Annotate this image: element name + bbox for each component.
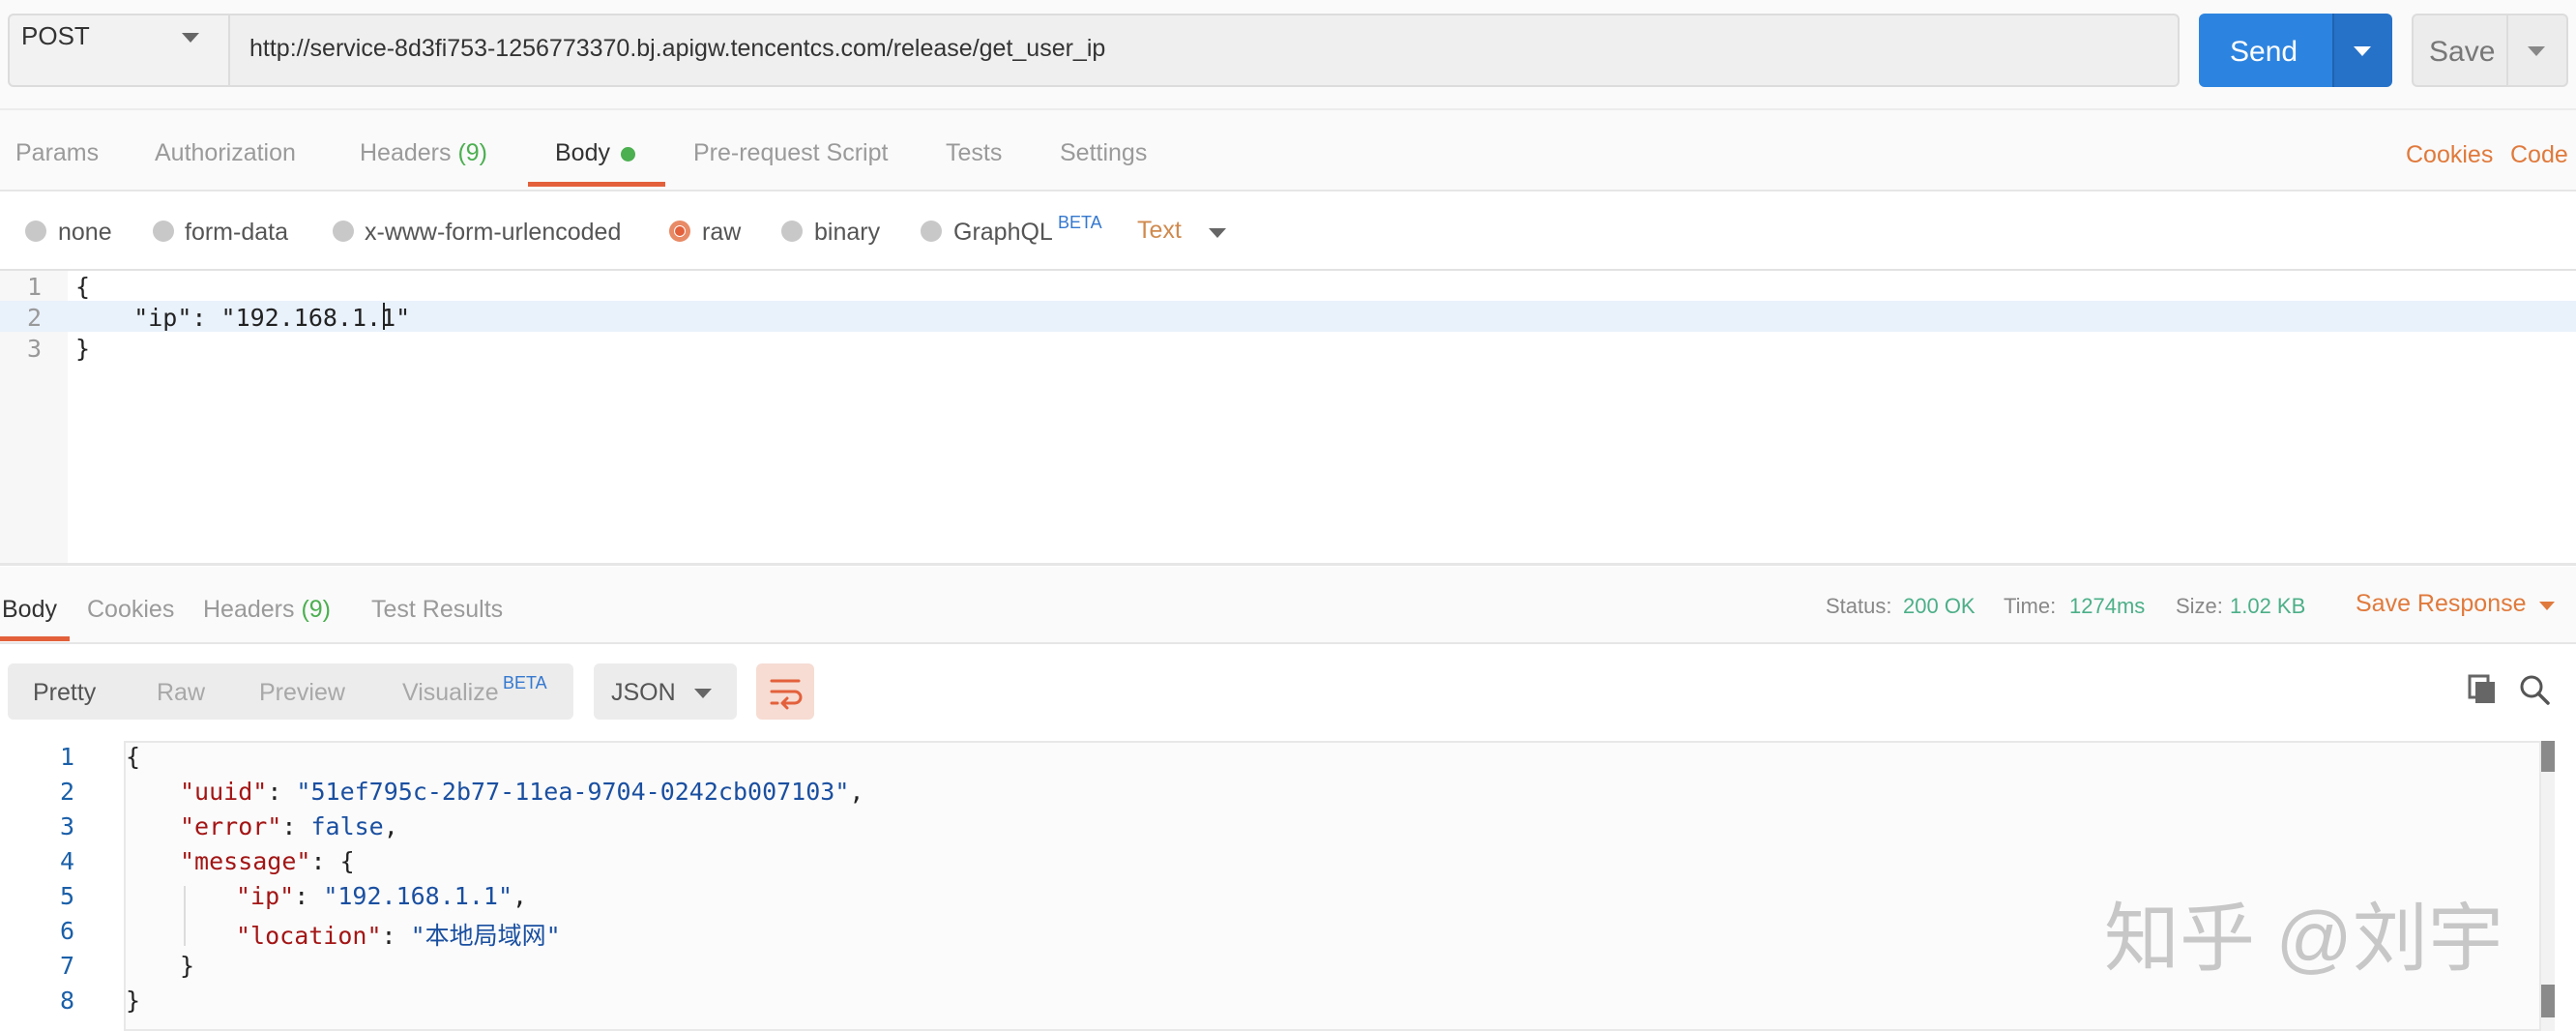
code-line[interactable]: "uuid": "51ef795c-2b77-11ea-9704-0242cb0… [180,778,864,806]
line-number: 1 [27,273,43,301]
code-line[interactable]: "error": false, [180,812,398,840]
line-number: 7 [60,952,75,980]
view-pretty[interactable]: Pretty [33,679,96,707]
code-line[interactable]: { [126,743,140,771]
json-key: "error" [180,812,282,840]
size-label: Size: [2176,594,2223,618]
time-label: Time: [2004,594,2057,618]
line-number: 3 [27,335,43,363]
line-number: 1 [60,743,75,771]
tab-headers-label: Headers [360,139,452,166]
radio-raw[interactable] [669,221,690,242]
watermark: 知乎 @刘宇 [2104,896,2503,981]
tab-body[interactable]: Body [555,139,610,167]
option-raw-label[interactable]: raw [702,219,741,247]
indent-guide [184,886,186,946]
code-line[interactable]: "ip": "192.168.1.1" [75,304,410,332]
chevron-down-icon[interactable] [2354,46,2371,56]
line-number: 6 [60,917,75,945]
code-line[interactable]: "location": "本地局域网" [236,917,561,952]
active-tab-indicator [0,636,70,641]
option-binary-label[interactable]: binary [814,219,880,247]
code-line[interactable]: "ip": "192.168.1.1", [236,882,527,910]
view-visualize[interactable]: Visualize [402,679,499,707]
status-value[interactable]: 200 OK [1903,594,1976,619]
code-link[interactable]: Code [2510,141,2568,169]
tab-settings[interactable]: Settings [1060,139,1147,167]
line-number: 8 [60,987,75,1015]
line-number: 2 [60,778,75,806]
time-value[interactable]: 1274ms [2069,594,2145,619]
response-tab-headers-label: Headers [203,596,295,623]
view-raw[interactable]: Raw [157,679,205,707]
chevron-down-icon[interactable] [182,33,199,43]
radio-binary[interactable] [781,221,803,242]
chevron-down-icon[interactable] [2528,46,2545,56]
chevron-down-icon[interactable] [694,689,712,698]
response-tab-headers[interactable]: Headers (9) [203,596,331,624]
url-text[interactable]: http://service-8d3fi753-1256773370.bj.ap… [249,35,1105,63]
json-string: "192.168.1.1" [323,882,512,910]
radio-graphql[interactable] [921,221,942,242]
code-line[interactable]: { [75,273,90,301]
headers-count: (9) [457,139,488,166]
send-button-label[interactable]: Send [2230,36,2298,69]
save-response-button[interactable]: Save Response [2356,590,2527,618]
cookies-link[interactable]: Cookies [2406,141,2493,169]
headers-count: (9) [301,596,332,623]
option-form-data-label[interactable]: form-data [185,219,288,247]
line-number: 2 [27,304,43,332]
raw-format-select[interactable]: Text [1137,217,1182,245]
chevron-down-icon[interactable] [2539,602,2555,610]
json-string: "51ef795c-2b77-11ea-9704-0242cb007103" [296,778,850,806]
option-urlencoded-label[interactable]: x-www-form-urlencoded [365,219,621,247]
save-button-label[interactable]: Save [2429,36,2495,69]
text-cursor [383,303,385,330]
tab-tests[interactable]: Tests [946,139,1002,167]
response-tab-cookies[interactable]: Cookies [87,596,174,624]
tab-headers[interactable]: Headers (9) [360,139,487,167]
radio-form-data[interactable] [153,221,174,242]
tab-prerequest-script[interactable]: Pre-request Script [693,139,888,167]
code-line[interactable]: } [126,987,140,1015]
status-label: Status: [1826,594,1892,618]
json-key: "ip" [236,882,295,910]
view-preview[interactable]: Preview [259,679,345,707]
scrollbar-thumb[interactable] [2541,985,2555,1017]
response-tab-body[interactable]: Body [2,596,57,624]
wrap-lines-button[interactable] [756,663,814,720]
json-key: "uuid" [180,778,268,806]
json-key: "message" [180,847,311,875]
search-icon[interactable] [2518,673,2551,711]
body-indicator-dot [621,147,635,162]
code-line[interactable]: } [75,335,90,363]
method-label: POST [21,21,90,50]
json-boolean: false [310,812,384,840]
radio-urlencoded[interactable] [333,221,354,242]
line-number: 3 [60,812,75,840]
option-graphql-label[interactable]: GraphQL [953,219,1053,247]
json-key: "location" [236,922,382,950]
chevron-down-icon[interactable] [1209,228,1226,238]
size-value[interactable]: 1.02 KB [2230,594,2305,619]
json-string: "本地局域网" [410,922,561,950]
code-line[interactable]: "message": { [180,847,355,875]
active-tab-indicator [528,182,665,187]
line-number: 4 [60,847,75,875]
beta-badge: BETA [1058,213,1102,232]
code-line[interactable]: } [180,952,194,980]
response-tab-test-results[interactable]: Test Results [371,596,503,624]
radio-none[interactable] [25,221,46,242]
tab-authorization[interactable]: Authorization [155,139,296,167]
option-none-label[interactable]: none [58,219,112,247]
tab-params[interactable]: Params [15,139,99,167]
copy-icon[interactable] [2466,673,2499,711]
wrap-lines-icon [770,679,803,710]
line-number: 5 [60,882,75,910]
scrollbar-thumb[interactable] [2541,741,2555,772]
response-format-label[interactable]: JSON [611,679,676,707]
beta-badge: BETA [503,673,547,692]
